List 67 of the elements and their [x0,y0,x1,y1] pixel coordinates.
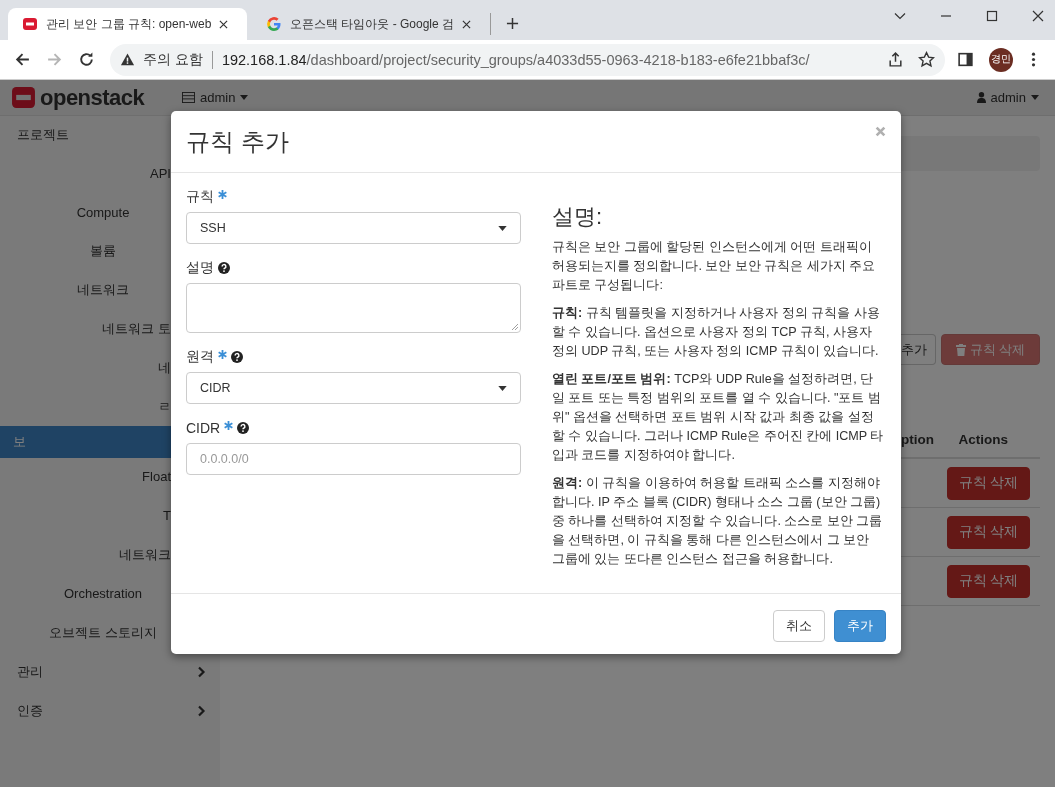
address-bar[interactable]: 주의 요함 192.168.1.84/dashboard/project/security_groups/a4033d55-0963-4218-b183-e6fe21bbaf3c/ [110,43,945,76]
reload-icon[interactable] [78,51,95,68]
delete-rule-button[interactable]: 규칙 삭제 [947,515,1030,549]
tab-title: 관리 보안 그룹 규칙: open-web [46,15,212,33]
sidebar-item[interactable]: 네트워크 [0,535,171,575]
description-paragraph: 열린 포트/포트 범위: TCP와 UDP Rule을 설정하려면, 단일 포트 또는 특정 범위의 포트를 열 수 있습니다. "포트 범위" 옵션을 선택하면 포트 범위 시작 값과 최종 값을 설정할 수 있습니다. 그러나 ICMP Rule은 주어진 칸에 ICMP 타입과 코드를 지정하여야 합니다. [552,371,885,464]
sidebar-item[interactable]: 네트워크 토 [0,310,171,349]
security-label: 주의 요함 [143,50,203,69]
field-label: 규칙 [186,188,214,206]
tab-title: 오픈스택 타임아웃 - Google 검 [290,15,455,33]
delete-rule-button[interactable]: 규칙 삭제 [947,564,1030,598]
description-paragraph: 원격: 이 규칙을 이용하여 허용할 트래픽 소스를 지정해야 합니다. IP 주소 블록 (CIDR) 형태나 소스 그룹 (보안 그룹) 중 하나를 선택하여 지정할 수 있습니다. 소스로 보안 그룹을 선택하면, 이 규칙을 통해 다른 인스턴스에서 그 보안 그룹에 있는 또다른 인스턴스 접근을 허용합니다. [552,475,884,568]
field-label: 원격 [186,348,214,366]
google-g-icon [266,16,282,32]
user-dropdown[interactable]: admin [976,90,1039,105]
description-field[interactable] [186,283,521,333]
description-paragraph: 규칙은 보안 그룹에 할당된 인스턴스에게 어떤 트래픽이 허용되는지를 정의합니다. 보안 보안 규칙은 세가지 주요 파트로 구성됩니다: [552,239,877,294]
chevron-right-icon [197,665,206,678]
browser-tab[interactable]: 오픈스택 타임아웃 - Google 검 [252,13,491,35]
cloud-logo-icon [22,16,38,32]
url-text: 192.168.1.84/dashboard/project/security_groups/a4033d55-0963-4218-b183-e6fe21bbaf3c/ [221,51,811,68]
caret-icon [240,95,249,100]
side-panel-icon[interactable] [957,51,974,68]
field-label: 설명 [186,259,214,277]
column-header: ption [901,431,934,447]
caret-icon [1031,95,1039,100]
maximize-icon[interactable] [985,9,999,23]
description-paragraph: 규칙: 규칙 템플릿을 지정하거나 사용자 정의 규칙을 사용할 수 있습니다. 옵션으로 사용자 정의 TCP 규칙, 사용자 정의 UDP 규칙, 또는 사용자 정의 ICMP 규칙이 있습니다. [552,305,881,360]
sidebar-section[interactable]: 인증 [0,691,220,730]
profile-avatar[interactable]: 경민 [989,47,1013,72]
dialog-button[interactable]: 추가 [834,609,886,642]
logo-text: openstack [40,84,145,111]
close-icon[interactable] [462,19,472,29]
new-tab-icon[interactable] [506,17,519,30]
browser-tab[interactable]: 관리 보안 그룹 규칙: open-web [8,8,247,40]
text-input[interactable]: 0.0.0.0/0 [186,443,521,475]
caret-icon [498,385,507,391]
dialog-button[interactable]: 취소 [773,609,825,642]
sidebar-item[interactable]: T [0,497,171,536]
sidebar-item[interactable]: ㄹ [0,387,171,427]
warning-icon [120,52,135,67]
share-icon[interactable] [887,51,904,68]
dialog-title: 규칙 추가 [186,126,289,157]
cloud-logo-icon [11,85,36,110]
back-icon[interactable] [14,51,31,68]
user-icon [976,92,986,103]
caret-icon [498,225,507,231]
select-field[interactable]: SSH [186,212,521,244]
resize-grip-icon[interactable] [511,323,519,331]
close-icon[interactable] [1031,9,1045,23]
star-icon[interactable] [918,51,935,68]
sidebar-section[interactable]: 관리 [0,652,220,692]
column-header: Actions [958,431,1008,447]
description-title: 설명: [552,203,604,231]
project-dropdown[interactable]: admin [182,90,249,105]
help-icon[interactable] [218,262,230,274]
sidebar-item[interactable]: 네 [0,348,171,388]
sidebar-item[interactable]: Float [0,458,171,498]
chevron-right-icon [197,704,206,717]
close-icon[interactable] [219,19,229,29]
help-icon[interactable] [231,351,243,363]
delete-rule-button[interactable]: 규칙 삭제 [947,466,1030,500]
table-icon [182,92,195,103]
sidebar-item[interactable]: API [0,154,171,194]
select-field[interactable]: CIDR [186,372,521,404]
toolbar-button[interactable]: 추가 [901,334,936,365]
help-icon[interactable] [237,422,250,434]
